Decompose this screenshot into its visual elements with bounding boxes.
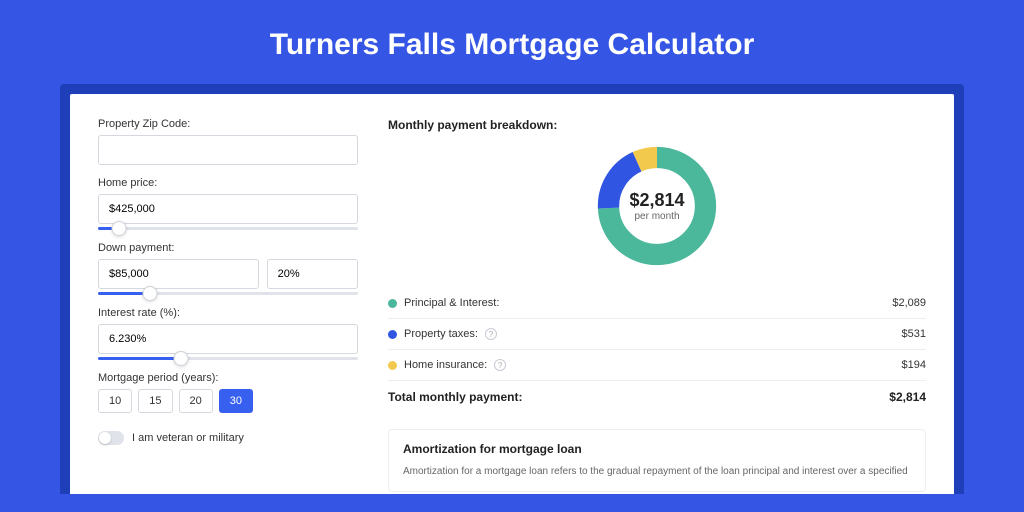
line-label: Home insurance: bbox=[404, 359, 487, 371]
line-label: Principal & Interest: bbox=[404, 297, 499, 309]
line-total: Total monthly payment: $2,814 bbox=[388, 380, 926, 413]
zip-group: Property Zip Code: bbox=[98, 118, 358, 165]
veteran-toggle[interactable] bbox=[98, 431, 124, 445]
breakdown-title: Monthly payment breakdown: bbox=[388, 118, 926, 132]
down-payment-pct-input[interactable] bbox=[267, 259, 358, 289]
interest-group: Interest rate (%): bbox=[98, 307, 358, 360]
line-value: $531 bbox=[902, 328, 926, 340]
interest-label: Interest rate (%): bbox=[98, 307, 358, 319]
breakdown-column: Monthly payment breakdown: $2,814 per mo… bbox=[388, 118, 926, 494]
period-group: Mortgage period (years): 10 15 20 30 bbox=[98, 372, 358, 413]
veteran-label: I am veteran or military bbox=[132, 432, 244, 444]
period-20[interactable]: 20 bbox=[179, 389, 213, 413]
period-options: 10 15 20 30 bbox=[98, 389, 358, 413]
calculator-panel: Property Zip Code: Home price: Down paym… bbox=[70, 94, 954, 494]
home-price-input[interactable] bbox=[98, 194, 358, 224]
dot-icon bbox=[388, 330, 397, 339]
info-icon[interactable]: ? bbox=[494, 359, 506, 371]
line-label: Property taxes: bbox=[404, 328, 478, 340]
slider-knob[interactable] bbox=[174, 351, 189, 366]
dot-icon bbox=[388, 361, 397, 370]
donut-chart: $2,814 per month bbox=[593, 142, 721, 270]
line-taxes: Property taxes: ? $531 bbox=[388, 318, 926, 349]
donut-center: $2,814 per month bbox=[593, 142, 721, 270]
period-15[interactable]: 15 bbox=[138, 389, 172, 413]
dot-icon bbox=[388, 299, 397, 308]
down-payment-slider[interactable] bbox=[98, 292, 358, 295]
breakdown-list: Principal & Interest: $2,089 Property ta… bbox=[388, 288, 926, 413]
line-principal: Principal & Interest: $2,089 bbox=[388, 288, 926, 318]
inputs-column: Property Zip Code: Home price: Down paym… bbox=[98, 118, 358, 494]
donut-sub: per month bbox=[634, 211, 679, 222]
amortization-text: Amortization for a mortgage loan refers … bbox=[403, 464, 911, 479]
down-payment-input[interactable] bbox=[98, 259, 259, 289]
total-label: Total monthly payment: bbox=[388, 390, 522, 404]
page-title: Turners Falls Mortgage Calculator bbox=[0, 0, 1024, 84]
home-price-slider[interactable] bbox=[98, 227, 358, 230]
line-insurance: Home insurance: ? $194 bbox=[388, 349, 926, 380]
period-label: Mortgage period (years): bbox=[98, 372, 358, 384]
home-price-label: Home price: bbox=[98, 177, 358, 189]
down-payment-group: Down payment: bbox=[98, 242, 358, 295]
zip-label: Property Zip Code: bbox=[98, 118, 358, 130]
line-value: $2,089 bbox=[892, 297, 926, 309]
down-payment-label: Down payment: bbox=[98, 242, 358, 254]
zip-input[interactable] bbox=[98, 135, 358, 165]
amortization-title: Amortization for mortgage loan bbox=[403, 442, 911, 456]
period-30[interactable]: 30 bbox=[219, 389, 253, 413]
info-icon[interactable]: ? bbox=[485, 328, 497, 340]
home-price-group: Home price: bbox=[98, 177, 358, 230]
total-value: $2,814 bbox=[889, 390, 926, 404]
donut-value: $2,814 bbox=[629, 190, 684, 211]
amortization-card: Amortization for mortgage loan Amortizat… bbox=[388, 429, 926, 492]
line-value: $194 bbox=[902, 359, 926, 371]
slider-knob[interactable] bbox=[111, 221, 126, 236]
panel-outer: Property Zip Code: Home price: Down paym… bbox=[60, 84, 964, 494]
veteran-row: I am veteran or military bbox=[98, 431, 358, 445]
slider-knob[interactable] bbox=[143, 286, 158, 301]
interest-input[interactable] bbox=[98, 324, 358, 354]
interest-slider[interactable] bbox=[98, 357, 358, 360]
period-10[interactable]: 10 bbox=[98, 389, 132, 413]
